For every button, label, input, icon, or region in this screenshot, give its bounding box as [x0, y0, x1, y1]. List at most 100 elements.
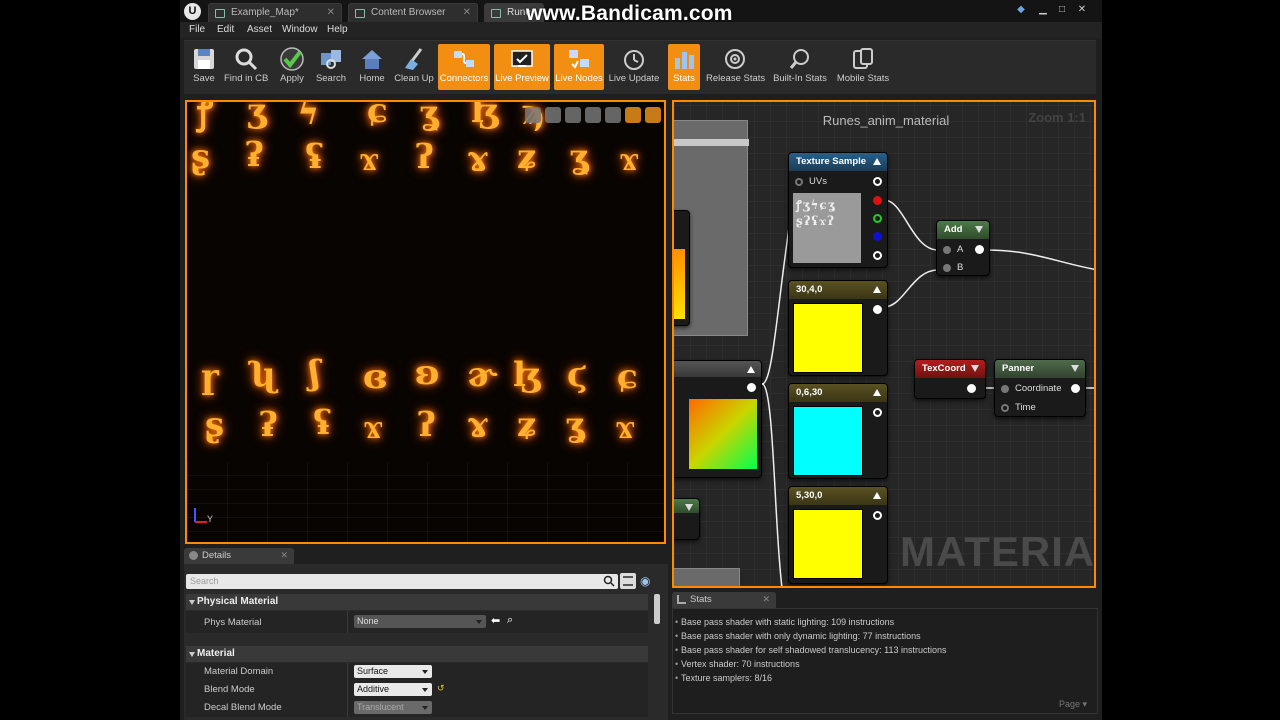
tab-example-map[interactable]: Example_Map* ✕	[208, 3, 342, 22]
output-pin[interactable]	[873, 511, 882, 520]
reset-to-default-icon[interactable]: ↺	[437, 683, 445, 694]
color-swatch	[793, 406, 863, 476]
menu-window[interactable]: Window	[282, 24, 318, 35]
find-in-cb-button[interactable]: Find in CB	[224, 44, 268, 90]
panner-node[interactable]: Panner Coordinate Time	[994, 359, 1086, 417]
preview-cylinder-button[interactable]	[605, 107, 621, 123]
live-update-button[interactable]: Live Update	[608, 44, 660, 90]
close-icon[interactable]: ✕	[762, 594, 770, 605]
b-output-pin[interactable]	[873, 232, 882, 241]
release-stats-button[interactable]: Release Stats	[706, 44, 765, 90]
a-output-pin[interactable]	[873, 251, 882, 260]
rune-glyph: ϫ	[619, 139, 640, 179]
stats-button[interactable]: Stats	[668, 44, 700, 90]
node-header: Panner	[995, 360, 1085, 378]
save-label: Save	[193, 73, 215, 84]
texture-sample-node[interactable]: Texture Sample UVs ꝭʒϟɕʓ ʂʡʢϫʔ	[788, 152, 888, 268]
minimize-button[interactable]: ▁	[1036, 4, 1050, 16]
rgb-output-pin[interactable]	[873, 177, 882, 186]
node-title: 5,30,0	[796, 490, 823, 501]
constant-vector-node-1[interactable]: 30,4,0	[788, 280, 888, 376]
menu-help[interactable]: Help	[327, 24, 348, 35]
material-graph[interactable]: Runes_anim_material Zoom 1:1 MATERIAL	[672, 100, 1096, 588]
section-material[interactable]: Material	[186, 646, 648, 662]
rune-glyph: ϫ	[363, 407, 384, 447]
browse-search-icon[interactable]: ⌕	[507, 614, 513, 627]
details-scrollbar[interactable]	[654, 594, 660, 624]
tab-stats[interactable]: Stats ✕	[672, 592, 776, 608]
realtime-toggle-button[interactable]	[625, 107, 641, 123]
home-button[interactable]: Home	[356, 44, 388, 90]
menu-file[interactable]: File	[189, 24, 205, 35]
live-nodes-icon	[569, 50, 589, 69]
uvs-pin-label: UVs	[809, 176, 827, 187]
a-input-pin[interactable]	[943, 246, 951, 254]
r-output-pin[interactable]	[873, 196, 882, 205]
viewport-options-button[interactable]	[525, 107, 541, 123]
panner-output-pin[interactable]	[1071, 384, 1080, 393]
phys-material-combo[interactable]: None	[354, 615, 486, 628]
view-options-button[interactable]	[620, 573, 636, 589]
search-icon	[603, 575, 615, 587]
preview-plane-button[interactable]	[565, 107, 581, 123]
output-pin[interactable]	[873, 305, 882, 314]
live-nodes-button[interactable]: Live Nodes	[554, 44, 604, 90]
material-domain-combo[interactable]: Surface	[354, 665, 432, 678]
color-swatch	[793, 509, 863, 579]
tab-content-browser[interactable]: Content Browser ✕	[348, 3, 478, 22]
grid-toggle-button[interactable]	[645, 107, 661, 123]
live-update-icon	[624, 50, 644, 70]
node-title: 30,4,0	[796, 284, 823, 295]
use-selected-arrow-icon[interactable]: ⬅	[491, 614, 500, 627]
menu-edit[interactable]: Edit	[217, 24, 234, 35]
blend-mode-combo[interactable]: Additive	[354, 683, 432, 696]
prop-row-blend-mode: Blend Mode Additive ↺	[186, 681, 648, 699]
rune-glyph: ɕ	[617, 357, 638, 397]
maximize-button[interactable]: □	[1055, 4, 1069, 16]
unreal-logo-icon: U	[184, 3, 201, 20]
time-input-pin[interactable]	[1001, 404, 1009, 412]
uvs-input-pin[interactable]	[795, 178, 803, 186]
apply-button[interactable]: Apply	[276, 44, 308, 90]
title-bar: U Example_Map* ✕ Content Browser ✕ Rune …	[180, 0, 1102, 25]
output-pin[interactable]	[967, 384, 976, 393]
g-output-pin[interactable]	[873, 214, 882, 223]
decal-blend-mode-value: Translucent	[357, 702, 404, 712]
preview-cube-button[interactable]	[585, 107, 601, 123]
live-preview-button[interactable]: Live Preview	[494, 44, 550, 90]
section-physical-material[interactable]: Physical Material	[186, 594, 648, 610]
page-dropdown[interactable]: Page ▾	[1059, 699, 1087, 710]
add-node[interactable]: Add A B	[936, 220, 990, 276]
output-pin[interactable]	[873, 408, 882, 417]
preview-viewport[interactable]: ꝭ ʒ ϟ ɕ ʓ ɮ ϡ ʂ ʡ ʢ ϫ ʔ ɤ ʑ ʓ ϫ ɼ ʯ ʃ ɞ …	[185, 100, 666, 544]
constant-vector-node-2[interactable]: 0,6,30	[788, 383, 888, 479]
mobile-stats-label: Mobile Stats	[836, 73, 890, 84]
preview-sphere-button[interactable]	[545, 107, 561, 123]
coordinate-input-pin[interactable]	[1001, 385, 1009, 393]
search-button[interactable]: Search	[314, 44, 348, 90]
add-output-pin[interactable]	[975, 245, 984, 254]
constant-vector-node-3[interactable]: 5,30,0	[788, 486, 888, 584]
close-icon[interactable]: ✕	[327, 7, 335, 18]
clean-up-button[interactable]: Clean Up	[394, 44, 434, 90]
save-button[interactable]: Save	[188, 44, 220, 90]
feedback-icon[interactable]: ◆	[1014, 4, 1028, 16]
rune-glyph: ʓ	[569, 137, 589, 177]
divider	[347, 611, 348, 633]
menu-asset[interactable]: Asset	[247, 24, 272, 35]
menu-bar: File Edit Asset Window Help	[180, 22, 1102, 38]
eye-icon[interactable]: ◉	[640, 574, 650, 588]
close-icon[interactable]: ✕	[463, 7, 471, 18]
map-icon	[215, 9, 225, 18]
close-icon[interactable]: ✕	[280, 550, 288, 561]
details-search-input[interactable]: Search	[186, 574, 618, 589]
built-in-stats-button[interactable]: Built-In Stats	[770, 44, 830, 90]
rune-glyph: ʑ	[517, 405, 537, 445]
close-window-button[interactable]: ✕	[1075, 4, 1089, 16]
mobile-stats-button[interactable]: Mobile Stats	[836, 44, 890, 90]
connectors-button[interactable]: Connectors	[438, 44, 490, 90]
texcoord-node[interactable]: TexCoord	[914, 359, 986, 399]
stat-line: Base pass shader with static lighting: 1…	[675, 617, 894, 627]
b-input-pin[interactable]	[943, 264, 951, 272]
tab-details[interactable]: Details ✕	[184, 548, 294, 564]
